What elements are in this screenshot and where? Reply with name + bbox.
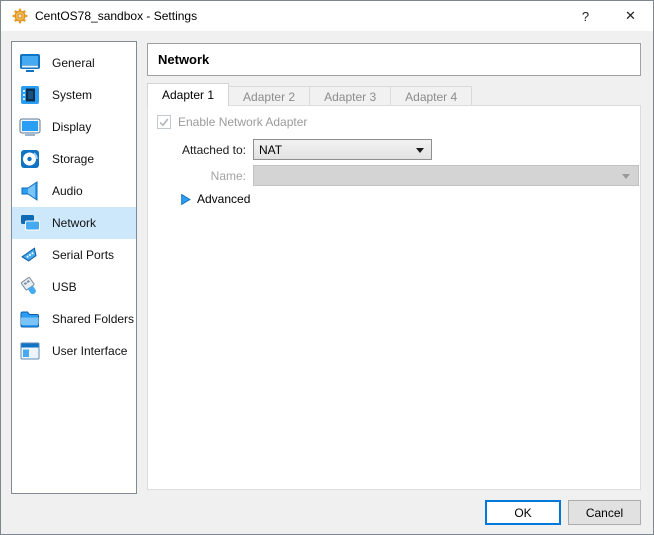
- ok-button[interactable]: OK: [485, 500, 561, 525]
- usb-icon: [18, 275, 42, 299]
- sidebar-item-storage[interactable]: Storage: [12, 143, 136, 175]
- sidebar-item-label: USB: [52, 280, 77, 294]
- enable-network-adapter-label: Enable Network Adapter: [178, 115, 307, 129]
- sidebar-item-display[interactable]: Display: [12, 111, 136, 143]
- settings-gear-icon: [12, 8, 28, 24]
- enable-network-adapter-checkbox[interactable]: [157, 115, 171, 129]
- advanced-label: Advanced: [197, 192, 250, 206]
- attached-to-value: NAT: [259, 143, 282, 157]
- help-button[interactable]: ?: [563, 1, 608, 31]
- tab-adapter-2[interactable]: Adapter 2: [228, 86, 310, 106]
- adapter-tabs: Adapter 1 Adapter 2 Adapter 3 Adapter 4: [147, 83, 472, 106]
- settings-dialog: CentOS78_sandbox - Settings ? ✕ General …: [0, 0, 654, 535]
- name-dropdown[interactable]: [253, 165, 639, 186]
- sidebar-item-audio[interactable]: Audio: [12, 175, 136, 207]
- adapter-pane: Enable Network Adapter Attached to: NAT …: [147, 105, 641, 490]
- sidebar-item-label: Audio: [52, 184, 83, 198]
- network-icon: [18, 211, 42, 235]
- sidebar-item-usb[interactable]: USB: [12, 271, 136, 303]
- display-icon: [18, 115, 42, 139]
- sidebar-item-label: Storage: [52, 152, 94, 166]
- sidebar-item-label: System: [52, 88, 92, 102]
- system-icon: [18, 83, 42, 107]
- attached-to-dropdown[interactable]: NAT: [253, 139, 432, 160]
- sidebar-item-label: General: [52, 56, 95, 70]
- sidebar-item-label: Shared Folders: [52, 312, 134, 326]
- sidebar-item-system[interactable]: System: [12, 79, 136, 111]
- name-label: Name:: [150, 169, 246, 183]
- advanced-expander[interactable]: Advanced: [180, 192, 250, 206]
- general-icon: [18, 51, 42, 75]
- shared-folders-icon: [18, 307, 42, 331]
- storage-icon: [18, 147, 42, 171]
- chevron-down-icon: [416, 148, 424, 153]
- window-title: CentOS78_sandbox - Settings: [35, 9, 197, 23]
- sidebar-item-label: Display: [52, 120, 91, 134]
- sidebar-item-serial-ports[interactable]: Serial Ports: [12, 239, 136, 271]
- checkmark-icon: [158, 116, 170, 128]
- sidebar-item-user-interface[interactable]: User Interface: [12, 335, 136, 367]
- chevron-down-icon: [622, 174, 630, 179]
- sidebar-item-label: Network: [52, 216, 96, 230]
- tab-adapter-4[interactable]: Adapter 4: [390, 86, 472, 106]
- audio-icon: [18, 179, 42, 203]
- sidebar-item-label: Serial Ports: [52, 248, 114, 262]
- attached-to-label: Attached to:: [150, 143, 246, 157]
- sidebar-item-label: User Interface: [52, 344, 127, 358]
- title-bar: CentOS78_sandbox - Settings ? ✕: [1, 1, 653, 31]
- sidebar-item-general[interactable]: General: [12, 47, 136, 79]
- sidebar-item-shared-folders[interactable]: Shared Folders: [12, 303, 136, 335]
- cancel-button[interactable]: Cancel: [568, 500, 641, 525]
- sidebar-item-network[interactable]: Network: [12, 207, 136, 239]
- page-title: Network: [147, 43, 641, 76]
- tab-adapter-3[interactable]: Adapter 3: [309, 86, 391, 106]
- expander-arrow-icon: [180, 194, 191, 205]
- tab-adapter-1[interactable]: Adapter 1: [147, 83, 229, 106]
- settings-sidebar: General System Display Storage Audio: [11, 41, 137, 494]
- serial-ports-icon: [18, 243, 42, 267]
- user-interface-icon: [18, 339, 42, 363]
- close-button[interactable]: ✕: [608, 1, 653, 31]
